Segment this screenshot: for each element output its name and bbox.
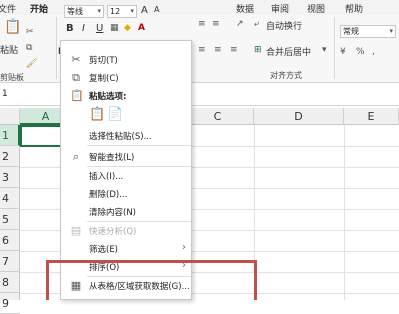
clipboard-group-label: 剪贴板 [0, 73, 24, 82]
shrink-font-button[interactable]: A [154, 5, 159, 14]
grow-font-button[interactable]: A [141, 5, 148, 16]
menu-item-smart-lookup[interactable]: ⌕ 智能查找(L) [61, 148, 191, 166]
column-header-e[interactable]: E [344, 108, 399, 125]
group-separator [334, 17, 335, 79]
align-left-icon[interactable]: ≡ [198, 45, 206, 55]
menu-item-filter[interactable]: 筛选(E) › [61, 240, 191, 258]
menu-item-copy[interactable]: ⧉ 复制(C) [61, 69, 191, 87]
font-size-select[interactable]: 12 ▾ [107, 5, 137, 18]
paste-button[interactable]: 粘贴 [0, 43, 18, 56]
copy-icon: ⧉ [72, 71, 80, 84]
row-header[interactable]: 6 [0, 230, 20, 251]
format-painter-icon[interactable]: 🖌 [26, 59, 37, 69]
row-header[interactable]: 1 [0, 125, 20, 146]
menu-item-insert[interactable]: 插入(I)... [61, 167, 191, 185]
font-name-select[interactable]: 等线 ▾ [64, 5, 104, 18]
row-header[interactable]: 4 [0, 188, 20, 209]
comma-icon[interactable]: , [372, 47, 375, 57]
column-header-d[interactable]: D [254, 108, 344, 125]
merge-dropdown-icon[interactable]: ▾ [322, 45, 327, 55]
number-format-select[interactable]: 常规 ▾ [340, 25, 396, 38]
merge-center-button[interactable]: 合并后居中 [266, 45, 311, 58]
bold-button[interactable]: B [66, 23, 74, 34]
name-box[interactable]: 1 [2, 89, 8, 99]
column-header-c[interactable]: C [182, 108, 254, 125]
menu-item-paste-special[interactable]: 选择性粘贴(S)... [61, 127, 191, 145]
group-separator [56, 17, 57, 79]
paste-options-row: 📋 📄 [61, 105, 191, 127]
italic-button[interactable]: I [82, 23, 85, 34]
underline-button[interactable]: U [96, 23, 103, 34]
row-header[interactable]: 5 [0, 209, 20, 230]
row-header[interactable]: 9 [0, 293, 20, 314]
border-icon[interactable]: ▦ [110, 23, 119, 33]
ribbon-tabs: 文件 开始 数据 审阅 视图 帮助 [0, 0, 399, 18]
tab-review[interactable]: 审阅 [271, 2, 289, 15]
grid-line [344, 125, 345, 300]
tab-view[interactable]: 视图 [307, 2, 325, 15]
align-center-icon[interactable]: ≡ [214, 45, 222, 55]
alignment-group-label: 对齐方式 [270, 71, 302, 80]
wrap-text-icon[interactable]: ⤶ [254, 19, 259, 29]
submenu-arrow-icon: › [182, 242, 186, 253]
highlight-box [46, 260, 257, 300]
copy-icon[interactable]: ⧉ [26, 43, 32, 53]
cut-icon[interactable]: ✂ [26, 27, 34, 37]
menu-item-paste-options: 📋 粘贴选项: [70, 89, 127, 102]
percent-icon[interactable]: % [356, 47, 365, 57]
clipboard-icon: 📋 [70, 89, 84, 102]
align-middle-icon[interactable]: ≡ [212, 19, 220, 29]
orientation-icon[interactable]: ↗ [236, 19, 244, 29]
row-header[interactable]: 3 [0, 167, 20, 188]
row-header[interactable]: 8 [0, 272, 20, 293]
paste-default-icon[interactable]: 📋 [89, 107, 105, 122]
wrap-text-button[interactable]: 自动换行 [266, 19, 302, 32]
row-header[interactable]: 7 [0, 251, 20, 272]
select-all-corner[interactable] [0, 108, 20, 125]
quick-analysis-icon: ▤ [70, 224, 82, 237]
menu-item-quick-analysis: ▤ 快速分析(Q) [70, 224, 137, 237]
scissors-icon: ✂ [71, 53, 81, 66]
font-color-icon[interactable]: A [138, 23, 145, 33]
paste-values-icon[interactable]: 📄 [107, 107, 123, 122]
tab-data[interactable]: 数据 [236, 2, 254, 15]
tab-file[interactable]: 文件 [0, 2, 16, 15]
merge-icon[interactable]: ⊞ [254, 45, 262, 55]
align-top-icon[interactable]: ≡ [198, 19, 206, 29]
search-icon: ⌕ [72, 150, 80, 163]
row-header[interactable]: 2 [0, 146, 20, 167]
tab-help[interactable]: 帮助 [345, 2, 363, 15]
fill-color-icon[interactable]: ◆ [124, 23, 131, 33]
menu-item-delete[interactable]: 删除(D)... [61, 185, 191, 203]
menu-separator [87, 145, 191, 146]
menu-item-clear-contents[interactable]: 清除内容(N) [61, 203, 191, 221]
currency-icon[interactable]: ¥ [340, 47, 346, 57]
row-headers: 1 2 3 4 5 6 7 8 9 [0, 125, 20, 314]
paste-icon[interactable]: 📋 [4, 19, 21, 35]
align-right-icon[interactable]: ≡ [230, 45, 238, 55]
menu-item-cut[interactable]: ✂ 剪切(T) [61, 51, 191, 69]
